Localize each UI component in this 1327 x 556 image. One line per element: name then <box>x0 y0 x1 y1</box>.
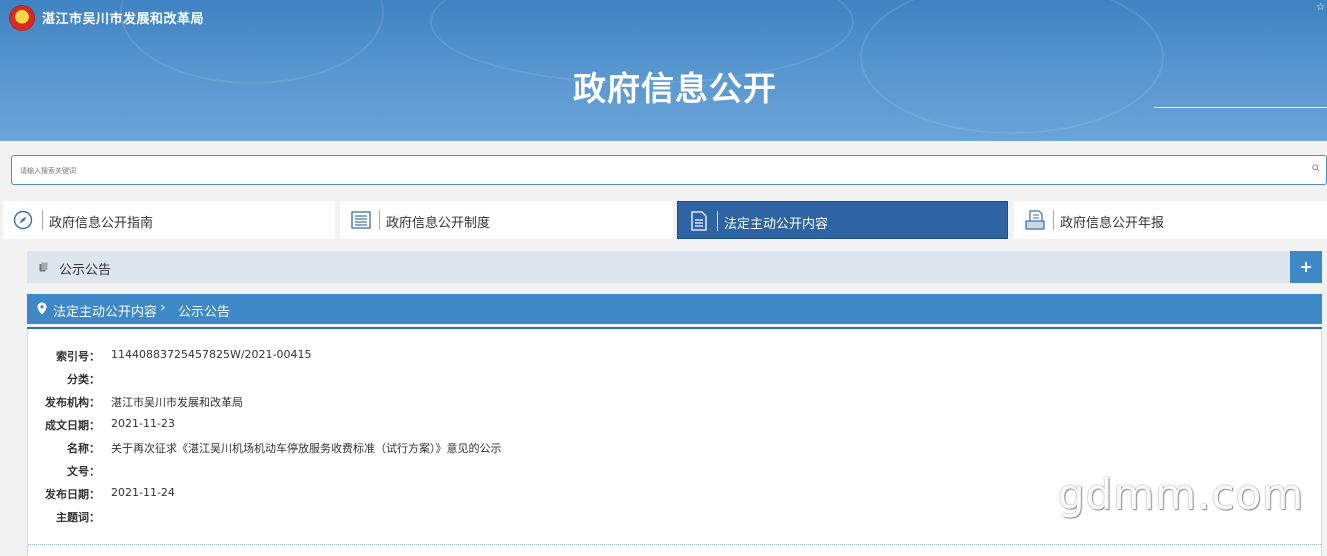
info-key: 分类： <box>67 373 100 386</box>
search-icon[interactable] <box>1312 164 1320 172</box>
expand-button[interactable]: + <box>1290 251 1322 283</box>
tab-system[interactable]: 政府信息公开制度 <box>340 201 673 239</box>
search-box <box>11 155 1327 185</box>
location-pin-icon <box>37 302 47 315</box>
page-title: 政府信息公开 <box>573 69 777 108</box>
list-icon <box>351 211 371 229</box>
report-icon <box>1025 210 1045 230</box>
category-bar[interactable]: 公示公告 + <box>27 251 1322 283</box>
star-icon[interactable]: ☆ <box>1316 2 1325 13</box>
search-input[interactable] <box>18 162 1302 180</box>
info-key: 索引号： <box>56 350 100 363</box>
info-key: 发布机构： <box>45 396 100 409</box>
tab-label: 政府信息公开年报 <box>1060 216 1165 231</box>
dotted-divider <box>28 544 1321 545</box>
info-key: 文号： <box>67 465 100 478</box>
banner-divider <box>1154 107 1327 108</box>
info-key: 主题词： <box>56 511 100 524</box>
breadcrumb: 法定主动公开内容 › 公示公告 <box>27 294 1322 324</box>
national-emblem-icon <box>10 6 34 30</box>
tab-annual-report[interactable]: 政府信息公开年报 <box>1014 201 1327 239</box>
info-key: 发布日期： <box>45 488 100 501</box>
tab-separator <box>42 210 43 230</box>
info-key: 名称： <box>67 442 100 455</box>
tab-statutory-content[interactable]: 法定主动公开内容 <box>677 201 1008 239</box>
site-name[interactable]: 湛江市吴川市发展和改革局 <box>42 8 204 27</box>
tab-separator <box>717 211 718 231</box>
info-value: 11440883725457825W/2021-00415 <box>111 348 312 361</box>
info-value: 湛江市吴川市发展和改革局 <box>111 396 243 409</box>
category-label: 公示公告 <box>59 263 112 278</box>
header-banner: 湛江市吴川市发展和改革局 政府信息公开 ☆ <box>0 0 1327 141</box>
breadcrumb-link-statutory[interactable]: 法定主动公开内容 <box>53 301 157 320</box>
tab-label: 法定主动公开内容 <box>724 217 829 232</box>
info-value: 关于再次征求《湛江吴川机场机动车停放服务收费标准（试行方案）》意见的公示 <box>111 442 502 455</box>
info-value: 2021-11-24 <box>111 486 175 499</box>
tab-separator <box>1053 210 1054 230</box>
tab-guide[interactable]: 政府信息公开指南 <box>3 201 335 239</box>
info-value: 2021-11-23 <box>111 417 175 430</box>
tab-label: 政府信息公开制度 <box>386 216 491 231</box>
watermark: gdmm.com <box>1058 470 1305 519</box>
document-icon <box>39 262 48 272</box>
breadcrumb-separator: › <box>160 300 166 316</box>
document-icon <box>691 211 707 231</box>
compass-icon <box>13 210 33 230</box>
tab-label: 政府信息公开指南 <box>49 216 154 231</box>
tab-separator <box>379 210 380 230</box>
info-key: 成文日期： <box>45 419 100 432</box>
breadcrumb-link-notices[interactable]: 公示公告 <box>178 301 230 320</box>
document-info-panel: 索引号： 11440883725457825W/2021-00415 分类： 发… <box>27 329 1322 556</box>
